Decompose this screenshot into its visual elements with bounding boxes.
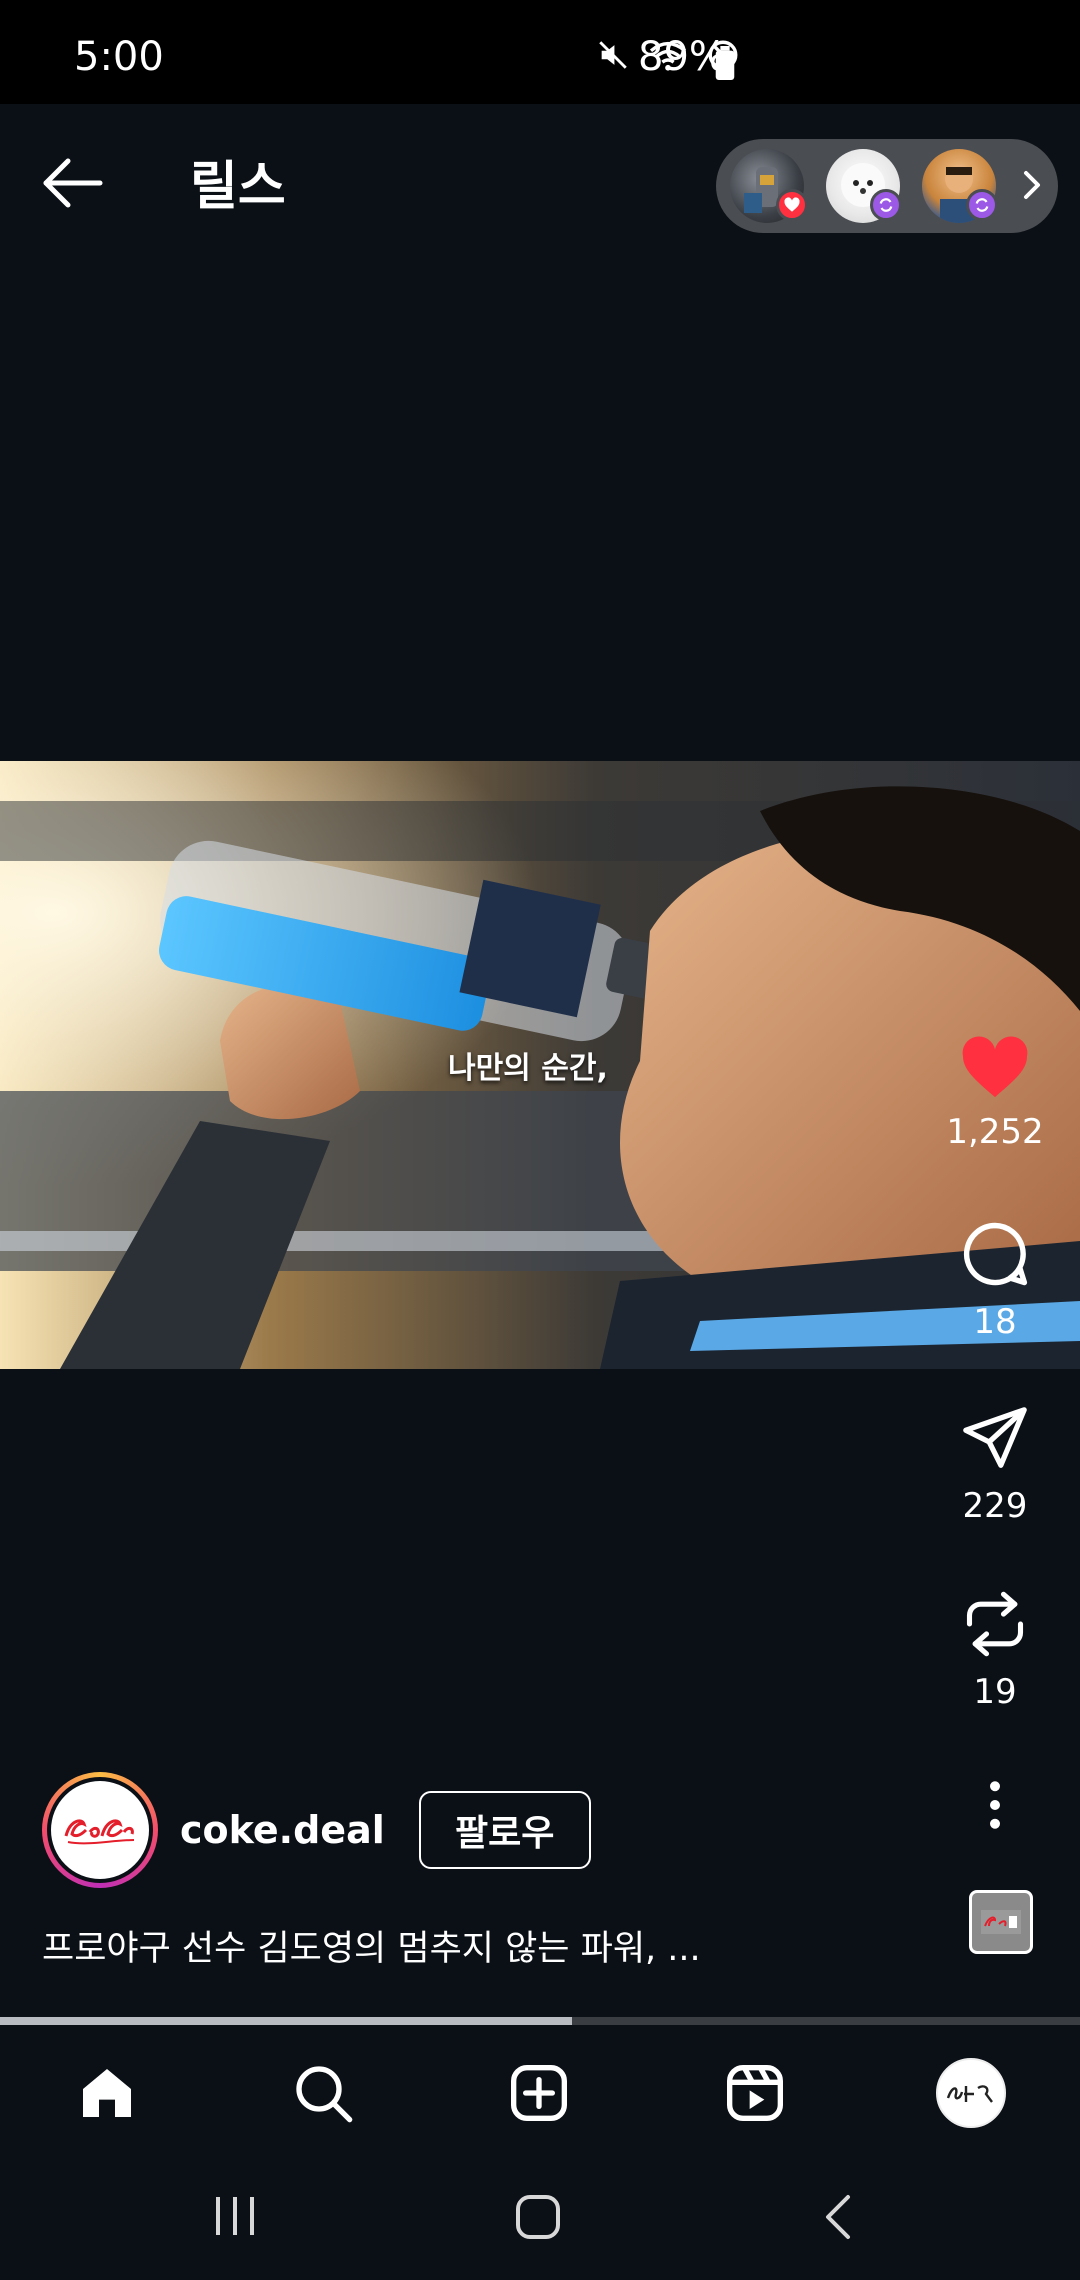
coca-cola-logo-icon bbox=[51, 1781, 149, 1879]
search-icon bbox=[296, 2066, 353, 2123]
follow-button[interactable]: 팔로우 bbox=[418, 1791, 591, 1869]
share-count: 229 bbox=[962, 1486, 1028, 1526]
nav-create[interactable] bbox=[503, 2057, 575, 2129]
battery-icon bbox=[712, 46, 738, 84]
home-button-icon[interactable] bbox=[514, 2193, 562, 2245]
author-row: coke.deal 팔로우 bbox=[42, 1772, 591, 1888]
repost-button[interactable]: 19 bbox=[910, 1588, 1080, 1712]
create-icon bbox=[511, 2065, 567, 2121]
status-time: 5:00 bbox=[74, 34, 164, 80]
back-icon[interactable] bbox=[822, 2193, 852, 2245]
page-title: 릴스 bbox=[190, 157, 286, 217]
repost-badge bbox=[966, 189, 998, 221]
share-button[interactable]: 229 bbox=[910, 1404, 1080, 1526]
nav-home[interactable] bbox=[71, 2057, 143, 2129]
nav-profile[interactable] bbox=[935, 2057, 1007, 2129]
reels-header: 릴스 bbox=[0, 104, 1080, 254]
video-progress-fill bbox=[0, 2017, 573, 2025]
back-button[interactable] bbox=[38, 150, 108, 216]
send-icon bbox=[963, 1407, 1027, 1468]
profile-avatar bbox=[936, 2058, 1006, 2128]
post-description[interactable]: 프로야구 선수 김도영의 멈추지 않는 파워, ... bbox=[42, 1920, 701, 1971]
video-caption: 나만의 순간, bbox=[448, 1051, 608, 1086]
arrow-left-icon bbox=[43, 158, 103, 208]
author-avatar[interactable] bbox=[42, 1772, 158, 1888]
recents-icon[interactable] bbox=[212, 2195, 258, 2241]
comment-button[interactable]: 18 bbox=[910, 1218, 1080, 1342]
audio-cover-icon bbox=[981, 1910, 1021, 1934]
audio-thumbnail[interactable] bbox=[969, 1890, 1033, 1954]
repost-badge bbox=[870, 189, 902, 221]
like-button[interactable]: 1,252 bbox=[910, 1036, 1080, 1152]
heart-icon bbox=[962, 1036, 1028, 1098]
author-username[interactable]: coke.deal bbox=[180, 1808, 385, 1852]
nav-reels[interactable] bbox=[719, 2057, 791, 2129]
reels-icon bbox=[727, 2065, 783, 2121]
mute-icon bbox=[596, 38, 630, 72]
more-vertical-icon bbox=[990, 1781, 1000, 1829]
nav-search[interactable] bbox=[287, 2057, 359, 2129]
bottom-navigation bbox=[0, 2025, 1080, 2155]
android-navigation-bar bbox=[0, 2155, 1080, 2280]
more-options-button[interactable] bbox=[910, 1780, 1080, 1834]
repost-icon bbox=[966, 1591, 1024, 1657]
heart-badge bbox=[776, 189, 808, 221]
friends-activity-pill[interactable] bbox=[716, 139, 1058, 233]
repost-count: 19 bbox=[973, 1672, 1017, 1712]
home-icon bbox=[83, 2069, 131, 2117]
status-bar: 5:00 89% bbox=[0, 0, 1080, 104]
like-count: 1,252 bbox=[946, 1112, 1044, 1152]
comment-count: 18 bbox=[973, 1302, 1017, 1342]
chevron-right-icon bbox=[1022, 169, 1042, 205]
video-progress-bar[interactable] bbox=[0, 2017, 1080, 2025]
comment-icon bbox=[963, 1222, 1028, 1286]
